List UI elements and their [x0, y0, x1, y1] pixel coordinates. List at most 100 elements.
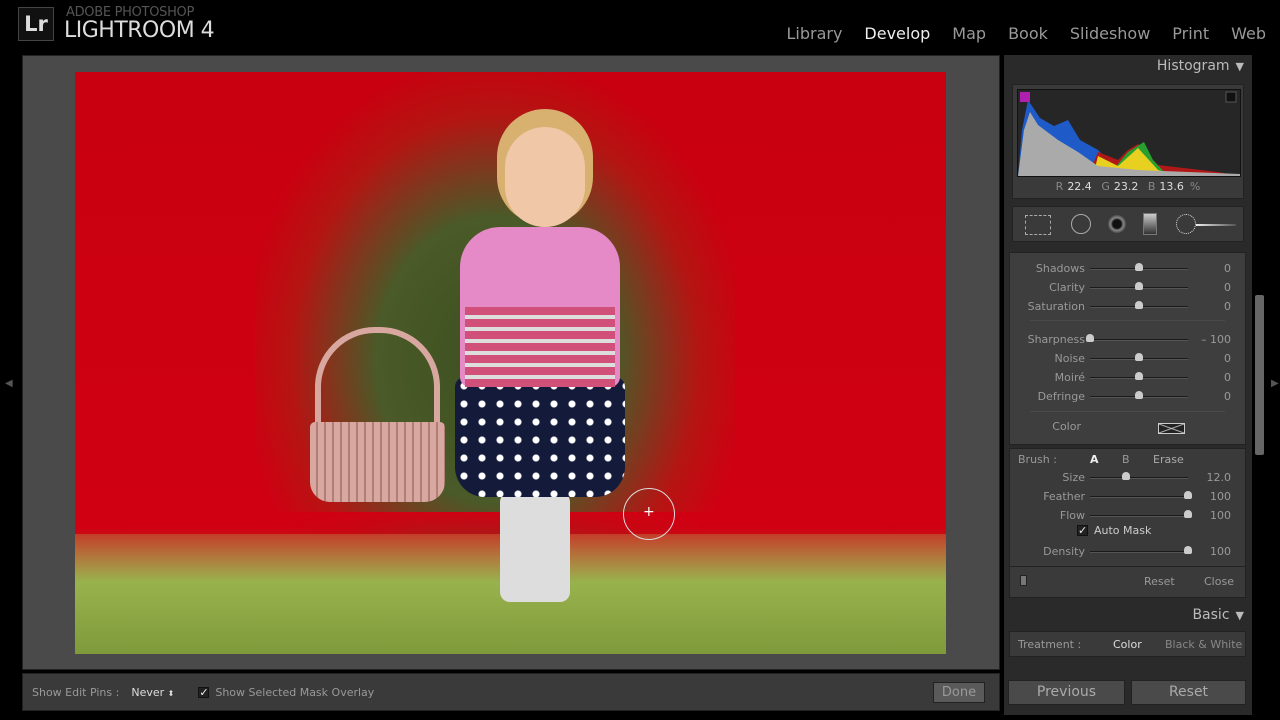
panel-scrollbar[interactable]	[1255, 295, 1264, 455]
lightroom-logo: Lr	[18, 7, 54, 41]
slider-thumb[interactable]	[1135, 282, 1143, 290]
brush-cursor	[623, 488, 675, 540]
slider-label: Defringe	[1037, 390, 1085, 403]
tool-strip	[1012, 206, 1244, 242]
slider-thumb[interactable]	[1135, 263, 1143, 271]
brush-erase-tab[interactable]: Erase	[1153, 453, 1184, 466]
slider-thumb[interactable]	[1135, 353, 1143, 361]
basic-title: Basic	[1192, 607, 1230, 623]
spot-removal-icon[interactable]	[1071, 214, 1091, 234]
slider-value[interactable]: 0	[1224, 390, 1231, 403]
slider-track[interactable]	[1090, 372, 1188, 380]
slider-thumb[interactable]	[1184, 491, 1192, 499]
slider-track[interactable]	[1090, 301, 1188, 309]
slider-track[interactable]	[1086, 334, 1188, 342]
brush-handle	[1196, 224, 1236, 226]
slider-value[interactable]: 100	[1210, 509, 1231, 522]
reset-button[interactable]: Reset	[1131, 680, 1246, 705]
slider-value[interactable]: 12.0	[1207, 471, 1232, 484]
slider-track[interactable]	[1090, 282, 1188, 290]
slider-track[interactable]	[1090, 353, 1188, 361]
rgb-readout: R 22.4 G 23.2 B 13.6%	[1013, 180, 1243, 193]
updown-icon: ⬍	[167, 688, 175, 698]
slider-value[interactable]: 0	[1224, 281, 1231, 294]
previous-button[interactable]: Previous	[1008, 680, 1125, 705]
edit-pins-select[interactable]: Never ⬍	[131, 686, 174, 699]
module-book[interactable]: Book	[1008, 24, 1048, 43]
girl-skirt	[455, 377, 625, 497]
slider-thumb[interactable]	[1135, 391, 1143, 399]
adjustment-sliders: Shadows 0 Clarity 0 Saturation 0 Sharpness – 10…	[1009, 252, 1246, 445]
crop-tool-icon[interactable]	[1025, 215, 1051, 235]
slider-track[interactable]	[1090, 263, 1188, 271]
module-develop[interactable]: Develop	[864, 24, 930, 43]
module-slideshow[interactable]: Slideshow	[1070, 24, 1150, 43]
slider-label: Sharpness	[1027, 333, 1085, 346]
mask-overlay-checkbox[interactable]: ✓	[198, 686, 210, 698]
edit-pins-value: Never	[131, 685, 165, 699]
module-library[interactable]: Library	[786, 24, 842, 43]
slider-value[interactable]: 0	[1224, 300, 1231, 313]
slider-track[interactable]	[1090, 546, 1192, 554]
module-web[interactable]: Web	[1231, 24, 1266, 43]
girl-head	[505, 127, 585, 227]
collapse-triangle-icon: ▼	[1235, 609, 1244, 622]
color-swatch[interactable]	[1158, 423, 1185, 434]
auto-mask-label: Auto Mask	[1094, 524, 1152, 537]
mask-overlay-label: Show Selected Mask Overlay	[215, 685, 375, 699]
graduated-filter-icon[interactable]	[1143, 213, 1157, 235]
basic-header[interactable]: Basic ▼	[1192, 607, 1244, 623]
right-panel-toggle-icon[interactable]: ▶	[1271, 378, 1279, 389]
girl-legs	[500, 492, 570, 602]
slider-thumb[interactable]	[1135, 301, 1143, 309]
histogram: R 22.4 G 23.2 B 13.6%	[1012, 84, 1244, 199]
slider-value[interactable]: 100	[1210, 545, 1231, 558]
bottom-toolbar: Show Edit Pins : Never ⬍ ✓ Show Selected…	[22, 673, 1000, 711]
left-panel-toggle-icon[interactable]: ◀	[5, 378, 13, 389]
collapse-triangle-icon: ▼	[1235, 60, 1244, 73]
slider-value[interactable]: – 100	[1201, 333, 1231, 346]
highlight-clip-indicator	[1225, 91, 1237, 103]
histogram-header[interactable]: Histogram ▼	[1157, 58, 1244, 74]
slider-label: Clarity	[1049, 281, 1085, 294]
red-eye-icon[interactable]	[1107, 214, 1127, 234]
slider-track[interactable]	[1090, 491, 1192, 499]
brush-a-tab[interactable]: A	[1090, 453, 1099, 466]
color-label: Color	[1052, 420, 1081, 433]
auto-mask-checkbox[interactable]: ✓	[1077, 525, 1088, 536]
slider-value[interactable]: 0	[1224, 262, 1231, 275]
treatment-bw[interactable]: Black & White	[1165, 638, 1242, 651]
module-map[interactable]: Map	[952, 24, 986, 43]
r-value: 22.4	[1067, 180, 1092, 193]
panel-toggle-switch-icon[interactable]	[1020, 575, 1027, 586]
slider-thumb[interactable]	[1122, 472, 1131, 480]
photo-preview[interactable]	[75, 72, 946, 654]
slider-track[interactable]	[1090, 472, 1188, 480]
slider-value[interactable]: 100	[1210, 490, 1231, 503]
auto-mask-toggle[interactable]: ✓ Auto Mask	[1077, 524, 1151, 537]
r-label: R	[1055, 180, 1064, 193]
b-value: 13.6	[1159, 180, 1184, 193]
histogram-title: Histogram	[1156, 58, 1230, 74]
treatment-color[interactable]: Color	[1113, 638, 1142, 651]
adjustment-brush-icon[interactable]	[1176, 214, 1196, 234]
percent-unit: %	[1189, 180, 1201, 193]
slider-label: Size	[1062, 471, 1085, 484]
slider-label: Shadows	[1035, 262, 1085, 275]
slider-moir: Moiré 0	[1010, 369, 1245, 387]
treatment-label: Treatment :	[1018, 638, 1082, 651]
done-button[interactable]: Done	[933, 682, 985, 703]
module-print[interactable]: Print	[1172, 24, 1209, 43]
slider-track[interactable]	[1090, 391, 1188, 399]
brush-reset-button[interactable]: Reset	[1144, 575, 1175, 588]
slider-value[interactable]: 0	[1224, 352, 1231, 365]
slider-sharpness: Sharpness – 100	[1010, 331, 1245, 349]
slider-thumb[interactable]	[1184, 510, 1192, 518]
slider-thumb[interactable]	[1086, 334, 1094, 342]
brush-close-button[interactable]: Close	[1204, 575, 1234, 588]
slider-thumb[interactable]	[1184, 546, 1192, 554]
brush-b-tab[interactable]: B	[1122, 453, 1130, 466]
slider-thumb[interactable]	[1135, 372, 1143, 380]
slider-track[interactable]	[1090, 510, 1192, 518]
slider-value[interactable]: 0	[1224, 371, 1231, 384]
